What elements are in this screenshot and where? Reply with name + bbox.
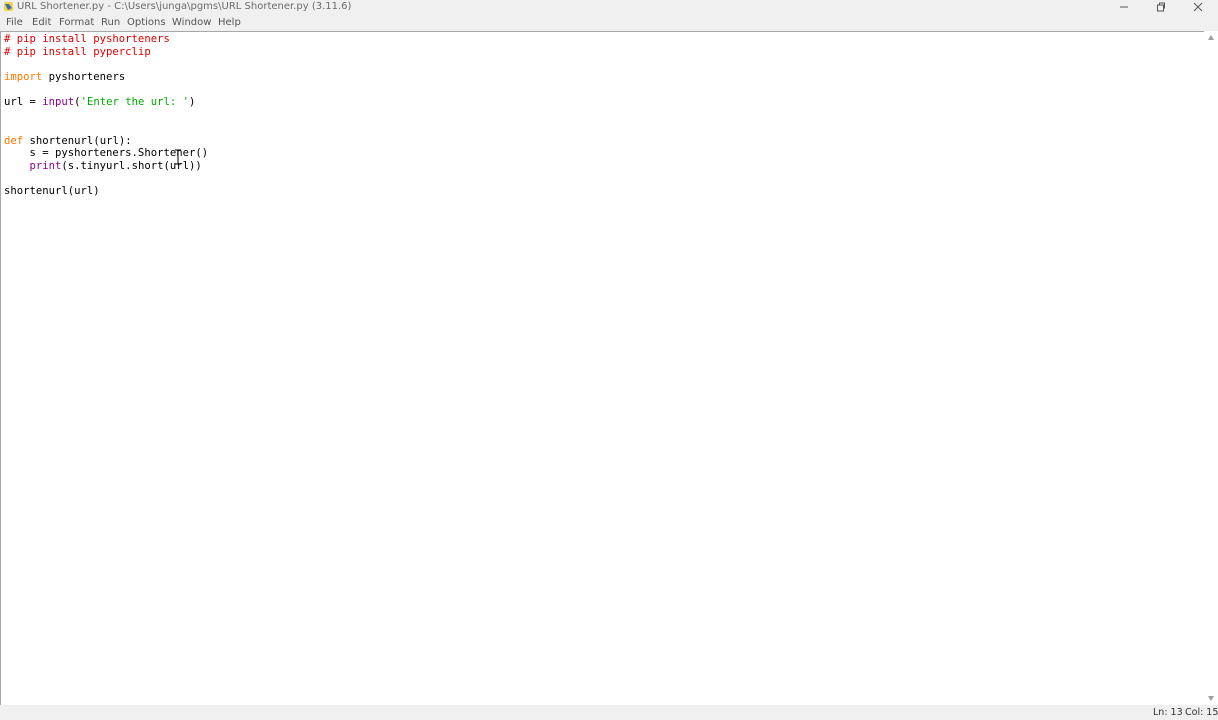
code-token: print <box>29 159 62 172</box>
code-line[interactable]: import pyshorteners <box>4 71 1200 84</box>
close-icon <box>1193 2 1203 12</box>
code-token: def <box>4 134 24 147</box>
menu-file[interactable]: File <box>6 16 23 29</box>
scroll-up-arrow-icon[interactable] <box>1207 34 1215 42</box>
menu-help[interactable]: Help <box>218 16 241 29</box>
code-token: ) <box>189 96 196 109</box>
menu-run[interactable]: Run <box>101 16 120 29</box>
code-line[interactable]: shortenurl(url) <box>4 185 1200 198</box>
menu-edit[interactable]: Edit <box>32 16 51 29</box>
code-line[interactable] <box>4 173 1200 186</box>
code-line[interactable]: # pip install pyperclip <box>4 46 1200 59</box>
code-line[interactable]: s = pyshorteners.Shortener() <box>4 147 1200 160</box>
window-title: URL Shortener.py - C:\Users\junga\pgms\U… <box>17 1 352 12</box>
code-line[interactable]: print(s.tinyurl.short(url)) <box>4 160 1200 173</box>
title-bar: URL Shortener.py - C:\Users\junga\pgms\U… <box>0 0 1218 14</box>
code-line[interactable] <box>4 58 1200 71</box>
scroll-down-arrow-icon[interactable] <box>1207 694 1215 702</box>
status-bar: Ln: 13 Col: 15 <box>0 705 1218 720</box>
code-line[interactable]: url = input('Enter the url: ') <box>4 96 1200 109</box>
vertical-scrollbar[interactable] <box>1204 31 1218 705</box>
code-token: 'Enter the url: ' <box>80 96 189 109</box>
close-button[interactable] <box>1183 0 1213 14</box>
code-token: shortenurl(url) <box>4 185 100 198</box>
code-line[interactable]: def shortenurl(url): <box>4 135 1200 148</box>
code-line[interactable] <box>4 122 1200 135</box>
code-token: pyshorteners <box>42 71 126 84</box>
code-editor[interactable]: # pip install pyshorteners # pip install … <box>4 33 1200 701</box>
python-idle-icon <box>4 2 13 11</box>
code-line[interactable] <box>4 109 1200 122</box>
code-token: url = <box>4 96 43 109</box>
maximize-button[interactable] <box>1146 0 1176 14</box>
menu-format[interactable]: Format <box>59 16 94 29</box>
code-token: # pip install pyshorteners <box>4 33 170 45</box>
code-token: import <box>4 71 43 84</box>
minimize-icon <box>1120 6 1128 8</box>
status-line-number: Ln: 13 <box>1153 707 1183 718</box>
menu-options[interactable]: Options <box>127 16 166 29</box>
minimize-button[interactable] <box>1109 0 1139 14</box>
status-column-number: Col: 15 <box>1185 707 1218 718</box>
code-token: # pip install pyperclip <box>4 45 151 58</box>
code-token: input <box>42 96 75 109</box>
menu-window[interactable]: Window <box>172 16 211 29</box>
code-token: shortenurl <box>29 134 94 147</box>
maximize-icon <box>1157 2 1165 12</box>
menu-bar: File Edit Format Run Options Window Help <box>0 14 1218 31</box>
text-cursor-icon <box>175 149 181 165</box>
code-line[interactable] <box>4 84 1200 97</box>
code-token: (url): <box>93 134 132 147</box>
code-line[interactable]: # pip install pyshorteners <box>4 33 1200 46</box>
